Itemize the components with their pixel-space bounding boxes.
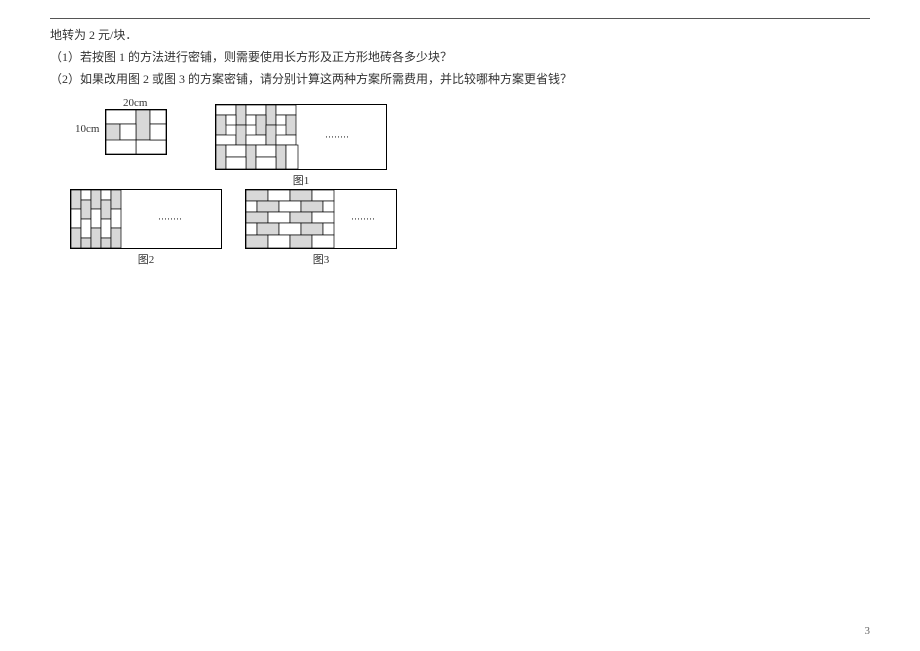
figure-2-label: 图2 bbox=[70, 251, 222, 267]
dim-left: 10cm bbox=[75, 123, 99, 135]
figure-3: ········ 图3 bbox=[245, 189, 397, 267]
figure-2: ········ 图2 bbox=[70, 189, 222, 267]
svg-text:········: ········ bbox=[158, 214, 182, 224]
figures-area: 20cm 10cm bbox=[50, 99, 870, 279]
page-number: 3 bbox=[865, 625, 871, 637]
figure-1-label: 图1 bbox=[215, 172, 387, 188]
dim-top: 20cm bbox=[123, 97, 147, 109]
ref-tile: 20cm 10cm bbox=[105, 109, 167, 155]
svg-text:········: ········ bbox=[325, 132, 349, 142]
figure-3-label: 图3 bbox=[245, 251, 397, 267]
question-2: （2）如果改用图 2 或图 3 的方案密铺，请分别计算这两种方案所需费用，并比较… bbox=[50, 69, 870, 89]
line-cost: 地转为 2 元/块． bbox=[50, 25, 870, 45]
question-1: （1）若按图 1 的方法进行密铺，则需要使用长方形及正方形地砖各多少块？ bbox=[50, 47, 870, 67]
top-rule bbox=[50, 18, 870, 19]
svg-text:········: ········ bbox=[351, 214, 375, 224]
figure-1: ········ 图1 bbox=[215, 104, 387, 188]
